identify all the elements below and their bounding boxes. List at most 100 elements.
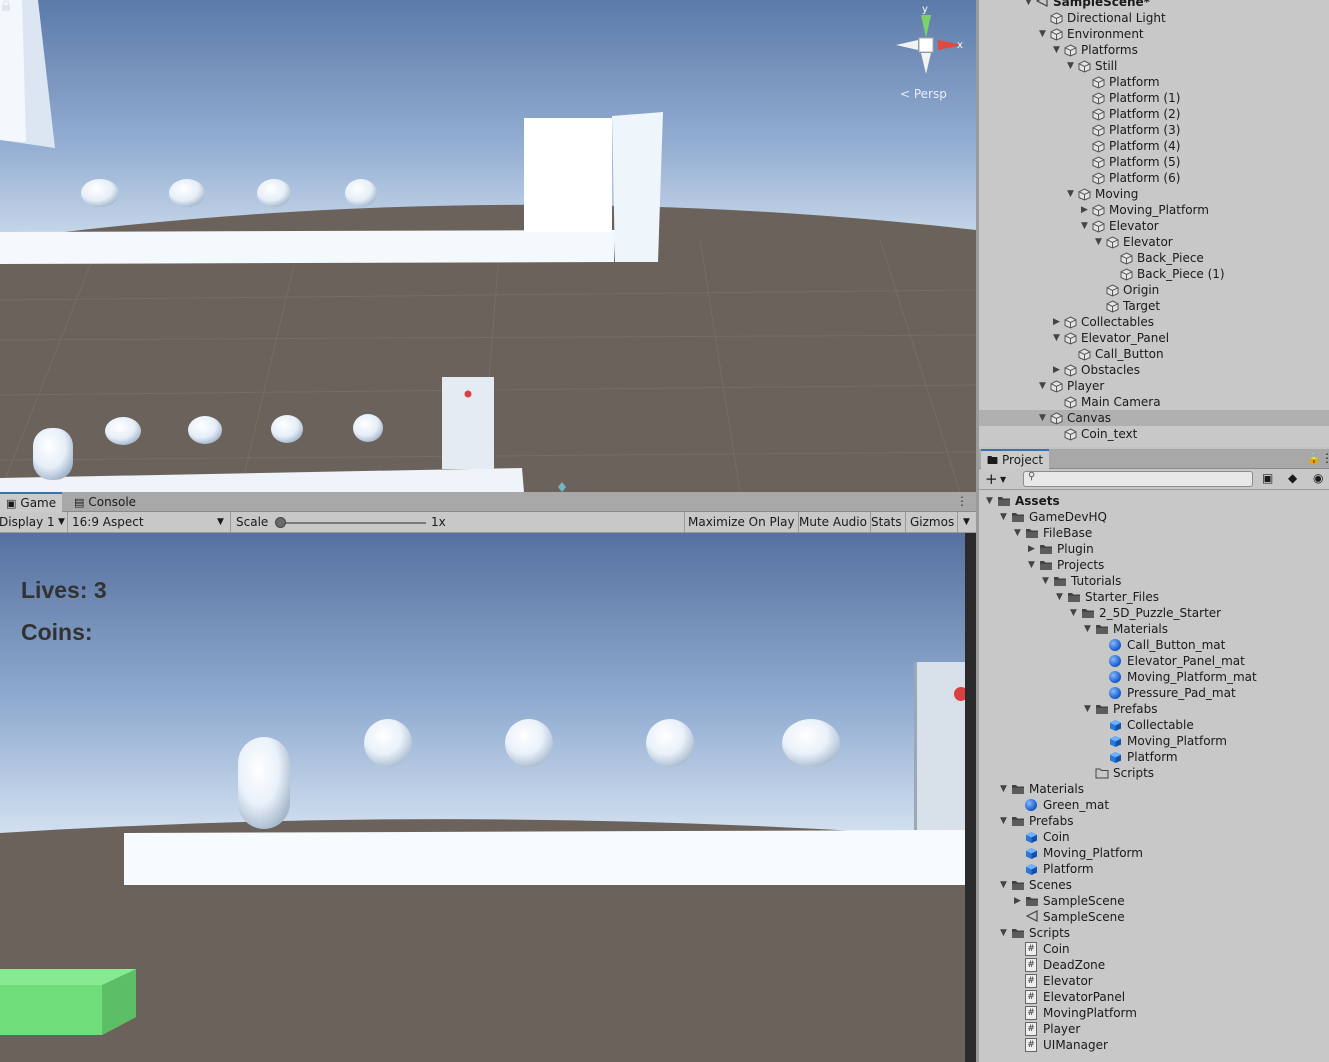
expand-arrow-down-icon[interactable]: ▼	[1067, 186, 1077, 202]
project-item[interactable]: # Coin	[979, 941, 1329, 957]
expand-arrow-down-icon[interactable]: ▼	[1000, 781, 1010, 797]
expand-arrow-down-icon[interactable]: ▼	[1056, 589, 1066, 605]
project-item[interactable]: ▼ 2_5D_Puzzle_Starter	[979, 605, 1329, 621]
lock-icon[interactable]	[0, 0, 12, 12]
lock-icon[interactable]: 🔒	[1307, 452, 1321, 465]
project-item[interactable]: ▼ FileBase	[979, 525, 1329, 541]
expand-arrow-down-icon[interactable]: ▼	[1000, 813, 1010, 829]
expand-arrow-down-icon[interactable]: ▼	[1028, 557, 1038, 573]
filter-by-type-icon[interactable]: ▣	[1262, 471, 1273, 485]
hierarchy-item[interactable]: Main Camera	[979, 394, 1329, 410]
project-item[interactable]: ▼ Prefabs	[979, 813, 1329, 829]
game-viewport[interactable]: Lives: 3 Coins:	[0, 533, 965, 1062]
expand-arrow-down-icon[interactable]: ▼	[1039, 26, 1049, 42]
hierarchy-item[interactable]: Origin	[979, 282, 1329, 298]
project-item[interactable]: Elevator_Panel_mat	[979, 653, 1329, 669]
hierarchy-item[interactable]: ▼ Elevator_Panel	[979, 330, 1329, 346]
hierarchy-item[interactable]: Platform (4)	[979, 138, 1329, 154]
project-item[interactable]: ▼ Assets	[979, 493, 1329, 509]
hierarchy-item[interactable]: Platform	[979, 74, 1329, 90]
hierarchy-item[interactable]: Back_Piece	[979, 250, 1329, 266]
hierarchy-item[interactable]: ▶ Moving_Platform	[979, 202, 1329, 218]
project-item[interactable]: ▼ Scripts	[979, 925, 1329, 941]
project-item[interactable]: Collectable	[979, 717, 1329, 733]
project-item[interactable]: # DeadZone	[979, 957, 1329, 973]
hierarchy-item[interactable]: ▼ Canvas	[979, 410, 1329, 426]
project-item[interactable]: Moving_Platform	[979, 845, 1329, 861]
project-item[interactable]: ▼ GameDevHQ	[979, 509, 1329, 525]
expand-arrow-down-icon[interactable]: ▼	[1039, 410, 1049, 426]
expand-arrow-right-icon[interactable]: ▶	[1014, 893, 1024, 909]
hierarchy-item[interactable]: ▼ Moving	[979, 186, 1329, 202]
project-item[interactable]: # Player	[979, 1021, 1329, 1037]
expand-arrow-down-icon[interactable]: ▼	[1000, 877, 1010, 893]
projection-toggle[interactable]: < Persp	[900, 87, 947, 101]
hidden-packages-icon[interactable]: ◉	[1313, 471, 1323, 485]
hierarchy-item[interactable]: Call_Button	[979, 346, 1329, 362]
project-item[interactable]: ▼ Materials	[979, 621, 1329, 637]
project-item[interactable]: Platform	[979, 749, 1329, 765]
scale-slider-handle[interactable]	[275, 517, 286, 528]
project-item[interactable]: ▶ SampleScene	[979, 893, 1329, 909]
hierarchy-item[interactable]: Coin_text	[979, 426, 1329, 442]
expand-arrow-right-icon[interactable]: ▶	[1081, 202, 1091, 218]
gizmos-toggle[interactable]: Gizmos	[907, 512, 958, 533]
search-input[interactable]: ⚲	[1023, 471, 1253, 487]
project-item[interactable]: ▼ Prefabs	[979, 701, 1329, 717]
hierarchy-item[interactable]: ▶ Obstacles	[979, 362, 1329, 378]
expand-arrow-down-icon[interactable]: ▼	[1053, 330, 1063, 346]
hierarchy-item[interactable]: Platform (2)	[979, 106, 1329, 122]
expand-arrow-down-icon[interactable]: ▼	[1014, 525, 1024, 541]
expand-arrow-down-icon[interactable]: ▼	[1084, 701, 1094, 717]
panel-menu-icon[interactable]: ⋮	[1321, 451, 1329, 465]
expand-arrow-down-icon[interactable]: ▼	[986, 493, 996, 509]
expand-arrow-down-icon[interactable]: ▼	[1000, 925, 1010, 941]
scale-slider-track[interactable]	[280, 522, 426, 524]
hierarchy-item[interactable]: ▼ Player	[979, 378, 1329, 394]
scene-viewport[interactable]: y x	[0, 0, 976, 492]
project-item[interactable]: Coin	[979, 829, 1329, 845]
hierarchy-item[interactable]: Directional Light	[979, 10, 1329, 26]
hierarchy-item[interactable]: Platform (1)	[979, 90, 1329, 106]
tab-game[interactable]: ▣ Game	[0, 492, 63, 512]
hierarchy-item[interactable]: Platform (5)	[979, 154, 1329, 170]
hierarchy-item[interactable]: ▶ Collectables	[979, 314, 1329, 330]
tab-project[interactable]: 🖿 Project	[981, 449, 1050, 469]
project-item[interactable]: Scripts	[979, 765, 1329, 781]
mute-audio-toggle[interactable]: Mute Audio	[796, 512, 871, 533]
display-dropdown[interactable]: Display 1 ▼	[0, 512, 68, 533]
expand-arrow-right-icon[interactable]: ▶	[1053, 362, 1063, 378]
aspect-dropdown[interactable]: 16:9 Aspect ▼	[69, 512, 231, 533]
project-item[interactable]: SampleScene	[979, 909, 1329, 925]
project-item[interactable]: Moving_Platform	[979, 733, 1329, 749]
expand-arrow-down-icon[interactable]: ▼	[1084, 621, 1094, 637]
project-item[interactable]: Platform	[979, 861, 1329, 877]
filter-by-label-icon[interactable]: ◆	[1288, 471, 1297, 485]
hierarchy-item[interactable]: ▼ Elevator	[979, 234, 1329, 250]
project-item[interactable]: # Elevator	[979, 973, 1329, 989]
tab-console[interactable]: ▤ Console	[68, 492, 142, 512]
project-item[interactable]: ▼ Projects	[979, 557, 1329, 573]
expand-arrow-down-icon[interactable]: ▼	[1025, 0, 1035, 10]
expand-arrow-down-icon[interactable]: ▼	[1042, 573, 1052, 589]
scene-view[interactable]: y x < Persp	[0, 0, 976, 492]
hierarchy-item[interactable]: ▼ Platforms	[979, 42, 1329, 58]
expand-arrow-down-icon[interactable]: ▼	[1067, 58, 1077, 74]
hierarchy-item[interactable]: ▼ SampleScene*	[979, 0, 1329, 10]
expand-arrow-down-icon[interactable]: ▼	[1095, 234, 1105, 250]
project-item[interactable]: ▼ Starter_Files	[979, 589, 1329, 605]
panel-menu-icon[interactable]: ⋮	[956, 494, 968, 508]
hierarchy-item[interactable]: Platform (3)	[979, 122, 1329, 138]
expand-arrow-down-icon[interactable]: ▼	[1039, 378, 1049, 394]
hierarchy-item[interactable]: ▼ Still	[979, 58, 1329, 74]
project-item[interactable]: # ElevatorPanel	[979, 989, 1329, 1005]
project-item[interactable]: ▼ Materials	[979, 781, 1329, 797]
expand-arrow-down-icon[interactable]: ▼	[1000, 509, 1010, 525]
chevron-down-icon[interactable]: ▼	[1000, 470, 1006, 490]
expand-arrow-down-icon[interactable]: ▼	[1070, 605, 1080, 621]
project-item[interactable]: # MovingPlatform	[979, 1005, 1329, 1021]
hierarchy-item[interactable]: ▼ Environment	[979, 26, 1329, 42]
gizmos-dropdown[interactable]: ▼	[958, 512, 976, 533]
game-scrollbar[interactable]	[965, 533, 976, 1062]
project-item[interactable]: # UIManager	[979, 1037, 1329, 1053]
